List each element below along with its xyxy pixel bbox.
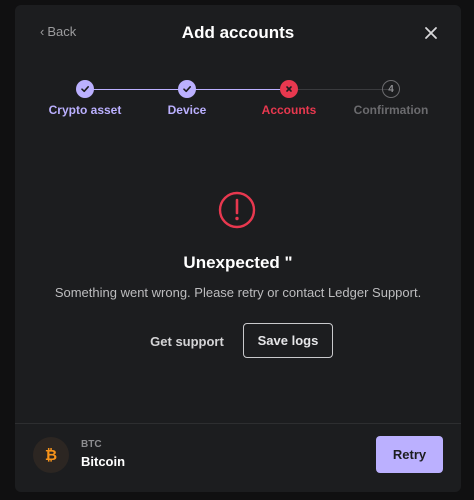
step-done-indicator <box>76 80 94 98</box>
step-number-indicator: 4 <box>382 80 400 98</box>
bitcoin-icon: ₿ <box>33 437 69 473</box>
retry-button[interactable]: Retry <box>376 436 443 473</box>
close-button[interactable] <box>423 25 439 41</box>
step-error-indicator <box>280 80 298 98</box>
step-label: Crypto asset <box>48 103 122 117</box>
close-icon <box>425 27 437 39</box>
step-accounts: Accounts <box>239 80 339 117</box>
modal-title: Add accounts <box>181 23 295 42</box>
step-label: Confirmation <box>353 103 429 117</box>
coin-name: Bitcoin <box>81 454 126 469</box>
step-confirmation: 4 Confirmation <box>341 80 441 117</box>
error-title: Unexpected " <box>183 253 293 272</box>
step-crypto-asset: Crypto asset <box>35 80 135 117</box>
coin-ticker: BTC <box>81 439 102 450</box>
error-icon <box>217 190 257 230</box>
add-accounts-modal: ‹ Back Add accounts Crypto asset Device … <box>15 5 461 492</box>
step-done-indicator <box>178 80 196 98</box>
get-support-button[interactable]: Get support <box>143 324 231 358</box>
check-icon <box>183 86 191 93</box>
footer-divider <box>15 423 461 424</box>
save-logs-button[interactable]: Save logs <box>243 323 333 358</box>
step-label: Accounts <box>261 103 317 117</box>
stepper: Crypto asset Device Accounts 4 Confirmat… <box>15 80 461 130</box>
error-description: Something went wrong. Please retry or co… <box>54 285 422 300</box>
step-label: Device <box>167 103 207 117</box>
svg-text:₿: ₿ <box>45 446 57 464</box>
step-device: Device <box>137 80 237 117</box>
x-icon <box>286 86 292 92</box>
check-icon <box>81 86 89 93</box>
